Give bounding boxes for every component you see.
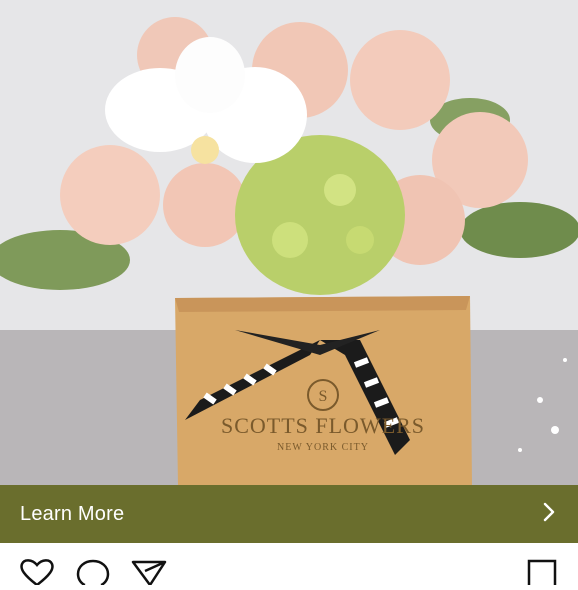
bookmark-icon[interactable]: [527, 559, 557, 590]
brand-city: NEW YORK CITY: [277, 442, 369, 453]
heart-icon[interactable]: [18, 559, 56, 590]
learn-more-label: Learn More: [20, 502, 125, 525]
brand-monogram: S: [319, 388, 328, 405]
share-icon[interactable]: [131, 559, 167, 590]
chevron-right-icon: [542, 502, 556, 527]
post-action-bar: [0, 543, 578, 587]
flower-box-illustration: S SCOTTS FLOWERS NEW YORK CITY: [0, 0, 578, 485]
brand-name: SCOTTS FLOWERS: [221, 413, 425, 438]
post-media-image[interactable]: S SCOTTS FLOWERS NEW YORK CITY: [0, 0, 578, 485]
comment-icon[interactable]: [76, 559, 110, 590]
learn-more-button[interactable]: Learn More: [0, 485, 578, 543]
